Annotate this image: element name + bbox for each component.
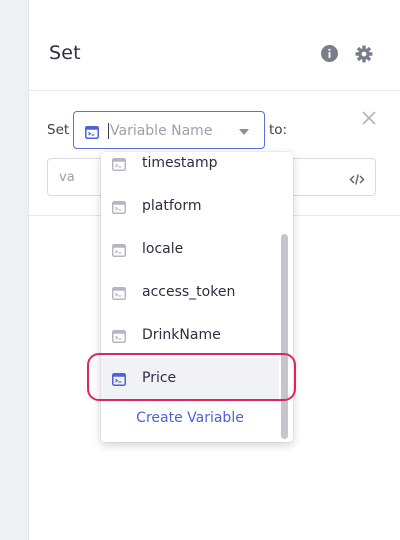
create-variable-link[interactable]: Create Variable [101, 410, 279, 426]
value-input-text: va [59, 170, 75, 185]
variable-icon [112, 371, 126, 390]
dropdown-option[interactable]: Price [101, 358, 279, 400]
set-label: Set [47, 122, 70, 138]
dropdown-option-label: access_token [142, 284, 236, 300]
panel-header: Set [29, 0, 400, 91]
to-label: to: [269, 122, 288, 138]
gear-icon[interactable] [355, 45, 373, 63]
variable-select[interactable]: Variable Name [73, 111, 265, 149]
chevron-down-icon[interactable] [234, 124, 254, 138]
variable-dropdown[interactable]: timestamp platform locale access_token Drink… [101, 152, 293, 442]
variable-select-placeholder: Variable Name [108, 123, 213, 139]
info-icon[interactable] [321, 45, 338, 62]
code-icon[interactable] [349, 171, 365, 190]
variable-icon [112, 242, 126, 261]
dropdown-option[interactable]: access_token [101, 272, 279, 314]
dropdown-option-label: Price [142, 370, 177, 386]
variable-icon [112, 199, 126, 218]
variable-icon [112, 156, 126, 175]
dropdown-scrollbar[interactable] [281, 234, 288, 439]
variable-icon [85, 124, 99, 143]
dropdown-option[interactable]: DrinkName [101, 315, 279, 357]
dropdown-option-label: DrinkName [142, 327, 221, 343]
dropdown-option-label: locale [142, 241, 184, 257]
variable-icon [112, 328, 126, 347]
dropdown-option[interactable]: locale [101, 229, 279, 271]
dropdown-option-label: timestamp [142, 155, 218, 171]
page-title: Set [49, 42, 81, 64]
dropdown-option[interactable]: timestamp [101, 152, 279, 185]
dropdown-option-label: platform [142, 198, 202, 214]
variable-icon [112, 285, 126, 304]
close-icon[interactable] [361, 110, 377, 126]
set-panel: Set Set Variable Name to: va timestamp p… [28, 0, 400, 540]
dropdown-option[interactable]: platform [101, 186, 279, 228]
